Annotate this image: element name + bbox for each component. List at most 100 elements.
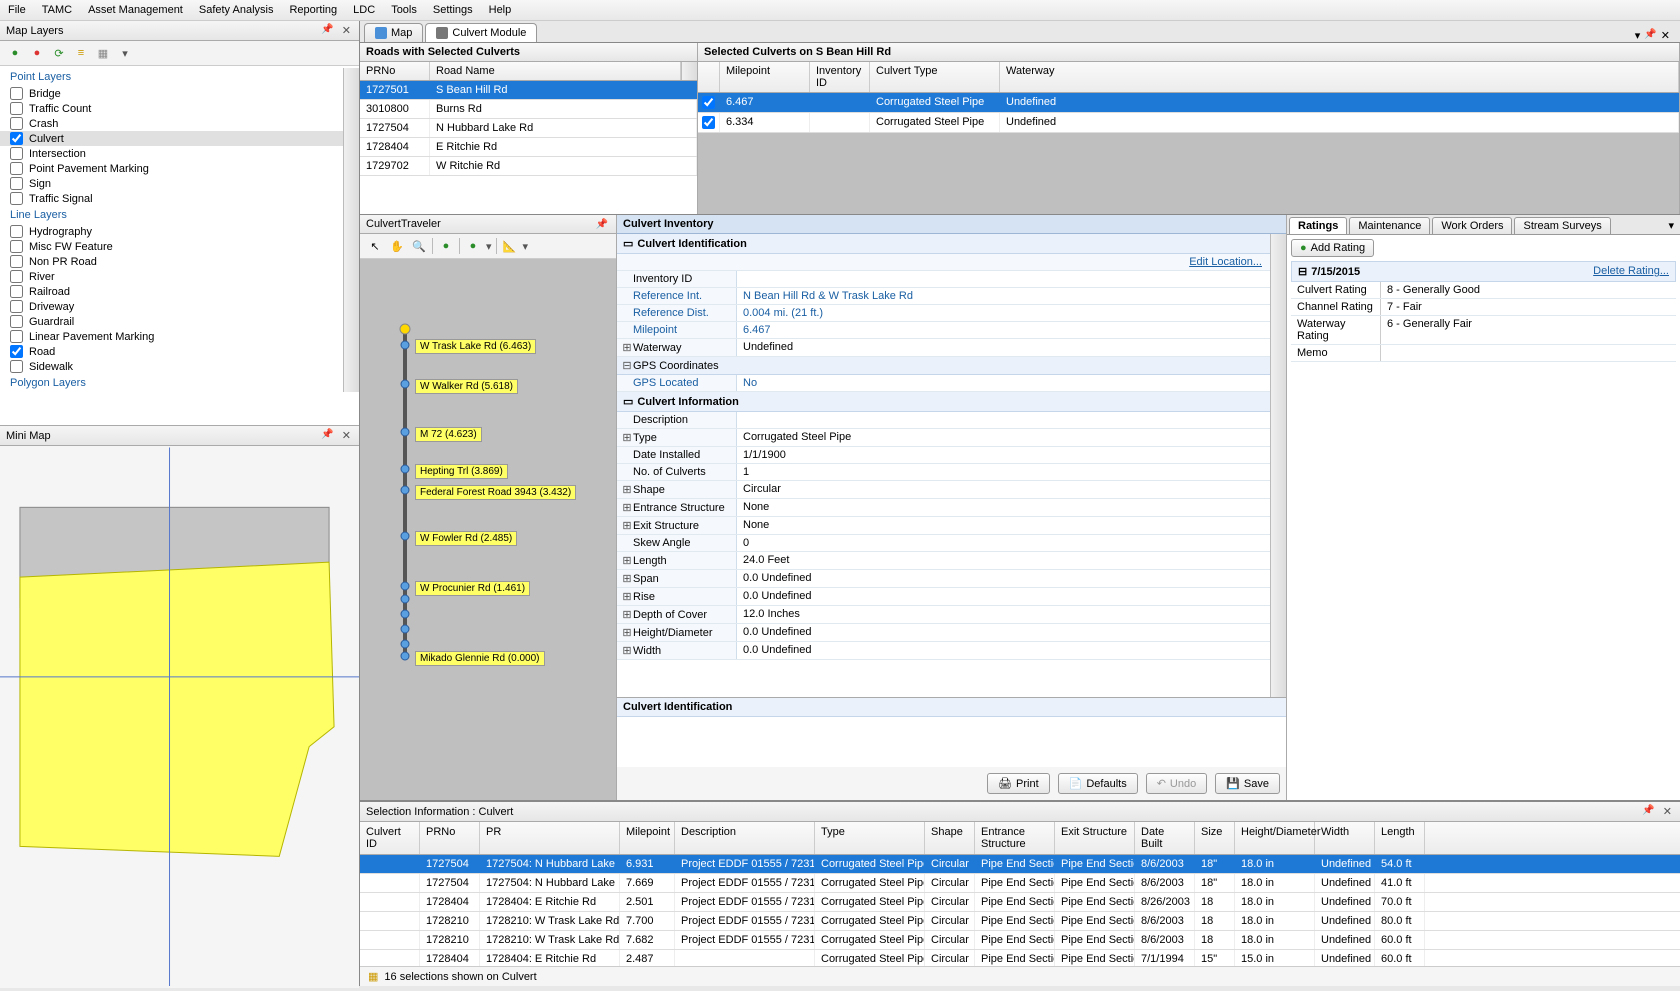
- selection-row[interactable]: 17284041728404: E Ritchie Rd2.501Project…: [360, 893, 1680, 912]
- property-row[interactable]: ⊞Entrance StructureNone: [617, 499, 1270, 517]
- dropdown-icon[interactable]: ▾: [523, 240, 529, 253]
- property-row[interactable]: ⊞Width0.0 Undefined: [617, 642, 1270, 660]
- expand-icon[interactable]: ⊞: [621, 554, 633, 567]
- layer-linear-pavement-marking[interactable]: Linear Pavement Marking: [0, 329, 343, 344]
- property-value[interactable]: 0: [737, 535, 1270, 551]
- tab-map[interactable]: Map: [364, 23, 423, 42]
- property-value[interactable]: 24.0 Feet: [737, 552, 1270, 569]
- col-header[interactable]: Milepoint: [620, 822, 675, 854]
- add-icon[interactable]: ●: [464, 237, 482, 255]
- property-row[interactable]: Skew Angle0: [617, 535, 1270, 552]
- pan-icon[interactable]: ✋: [388, 237, 406, 255]
- property-value[interactable]: 0.0 Undefined: [737, 570, 1270, 587]
- layer-checkbox[interactable]: [10, 87, 23, 100]
- property-row[interactable]: Description: [617, 412, 1270, 429]
- pointer-icon[interactable]: ↖: [366, 237, 384, 255]
- property-value[interactable]: Corrugated Steel Pipe: [737, 429, 1270, 446]
- layer-driveway[interactable]: Driveway: [0, 299, 343, 314]
- layer-hydrography[interactable]: Hydrography: [0, 224, 343, 239]
- property-value[interactable]: 0.0 Undefined: [737, 588, 1270, 605]
- pin-icon[interactable]: 📌: [319, 24, 335, 37]
- property-value[interactable]: 0.004 mi. (21 ft.): [737, 305, 1270, 321]
- col-prno[interactable]: PRNo: [360, 62, 430, 80]
- layer-non-pr-road[interactable]: Non PR Road: [0, 254, 343, 269]
- property-value[interactable]: 6.467: [737, 322, 1270, 338]
- close-icon[interactable]: ✕: [340, 24, 353, 37]
- col-header[interactable]: Length: [1375, 822, 1425, 854]
- layer-checkbox[interactable]: [10, 117, 23, 130]
- undo-button[interactable]: ↶Undo: [1146, 773, 1208, 794]
- minimap[interactable]: [0, 446, 359, 988]
- layer-intersection[interactable]: Intersection: [0, 146, 343, 161]
- col-milepoint[interactable]: Milepoint: [720, 62, 810, 92]
- col-header[interactable]: PR: [480, 822, 620, 854]
- rating-value[interactable]: 7 - Fair: [1381, 299, 1676, 315]
- property-row[interactable]: ⊞Rise0.0 Undefined: [617, 588, 1270, 606]
- col-culvert-type[interactable]: Culvert Type: [870, 62, 1000, 92]
- culvert-row[interactable]: 6.467Corrugated Steel PipeUndefined: [698, 93, 1679, 113]
- add-icon[interactable]: ●: [6, 44, 24, 62]
- delete-rating-link[interactable]: Delete Rating...: [1593, 265, 1669, 278]
- layers-icon[interactable]: ≡: [72, 44, 90, 62]
- selection-row[interactable]: 17275041727504: N Hubbard Lake Rd6.931Pr…: [360, 855, 1680, 874]
- dropdown-icon[interactable]: ▾: [116, 44, 134, 62]
- expand-icon[interactable]: ⊞: [621, 519, 633, 532]
- layer-checkbox[interactable]: [10, 270, 23, 283]
- close-icon[interactable]: ✕: [1661, 29, 1670, 42]
- edit-location-link[interactable]: Edit Location...: [1189, 256, 1262, 268]
- road-label[interactable]: W Procunier Rd (1.461): [415, 581, 530, 596]
- cell-check[interactable]: [698, 113, 720, 132]
- layer-river[interactable]: River: [0, 269, 343, 284]
- layer-checkbox[interactable]: [10, 240, 23, 253]
- col-header[interactable]: Size: [1195, 822, 1235, 854]
- menu-tamc[interactable]: TAMC: [42, 4, 72, 16]
- expand-icon[interactable]: ⊞: [621, 608, 633, 621]
- property-row[interactable]: ⊞Length24.0 Feet: [617, 552, 1270, 570]
- close-icon[interactable]: ✕: [340, 429, 353, 442]
- tab-maintenance[interactable]: Maintenance: [1349, 217, 1430, 234]
- menu-asset-management[interactable]: Asset Management: [88, 4, 183, 16]
- pin-icon[interactable]: 📌: [1644, 29, 1656, 42]
- layer-checkbox[interactable]: [10, 300, 23, 313]
- property-row[interactable]: Date Installed1/1/1900: [617, 447, 1270, 464]
- layer-checkbox[interactable]: [10, 147, 23, 160]
- layer-sidewalk[interactable]: Sidewalk: [0, 359, 343, 374]
- property-row[interactable]: ⊞WaterwayUndefined: [617, 339, 1270, 357]
- dropdown-icon[interactable]: ▾: [486, 240, 492, 253]
- tab-work-orders[interactable]: Work Orders: [1432, 217, 1512, 234]
- layer-checkbox[interactable]: [10, 102, 23, 115]
- road-row[interactable]: 1727501S Bean Hill Rd: [360, 81, 697, 100]
- expand-icon[interactable]: ⊞: [621, 572, 633, 585]
- layer-misc-fw-feature[interactable]: Misc FW Feature: [0, 239, 343, 254]
- save-button[interactable]: 💾Save: [1215, 773, 1280, 794]
- expand-icon[interactable]: ⊞: [621, 501, 633, 514]
- rating-row[interactable]: Channel Rating7 - Fair: [1291, 299, 1676, 316]
- col-header[interactable]: Exit Structure: [1055, 822, 1135, 854]
- add-rating-button[interactable]: ●Add Rating: [1291, 239, 1374, 257]
- zoom-icon[interactable]: 🔍: [410, 237, 428, 255]
- rating-row[interactable]: Memo: [1291, 345, 1676, 362]
- print-button[interactable]: 🖨Print: [987, 773, 1050, 794]
- layer-point-pavement-marking[interactable]: Point Pavement Marking: [0, 161, 343, 176]
- cell-check[interactable]: [698, 93, 720, 112]
- property-value[interactable]: [737, 271, 1270, 287]
- culvert-row[interactable]: 6.334Corrugated Steel PipeUndefined: [698, 113, 1679, 133]
- property-row[interactable]: GPS LocatedNo: [617, 375, 1270, 392]
- tab-culvert-module[interactable]: Culvert Module: [425, 23, 537, 42]
- pin-icon[interactable]: 📌: [319, 429, 335, 442]
- layer-crash[interactable]: Crash: [0, 116, 343, 131]
- road-label[interactable]: M 72 (4.623): [415, 427, 482, 442]
- pin-icon[interactable]: 📌: [1640, 805, 1656, 818]
- col-inventory-id[interactable]: Inventory ID: [810, 62, 870, 92]
- rating-value[interactable]: 8 - Generally Good: [1381, 282, 1676, 298]
- selection-row[interactable]: 17275041727504: N Hubbard Lake Rd7.669Pr…: [360, 874, 1680, 893]
- col-header[interactable]: Type: [815, 822, 925, 854]
- overflow-icon[interactable]: ▾: [1664, 217, 1678, 234]
- expand-icon[interactable]: ⊞: [621, 483, 633, 496]
- gps-coordinates-group[interactable]: ⊟GPS Coordinates: [617, 357, 1270, 375]
- layer-guardrail[interactable]: Guardrail: [0, 314, 343, 329]
- expand-icon[interactable]: ⊞: [621, 626, 633, 639]
- collapse-icon[interactable]: ▭: [623, 238, 633, 250]
- layer-traffic-signal[interactable]: Traffic Signal: [0, 191, 343, 206]
- property-row[interactable]: Inventory ID: [617, 271, 1270, 288]
